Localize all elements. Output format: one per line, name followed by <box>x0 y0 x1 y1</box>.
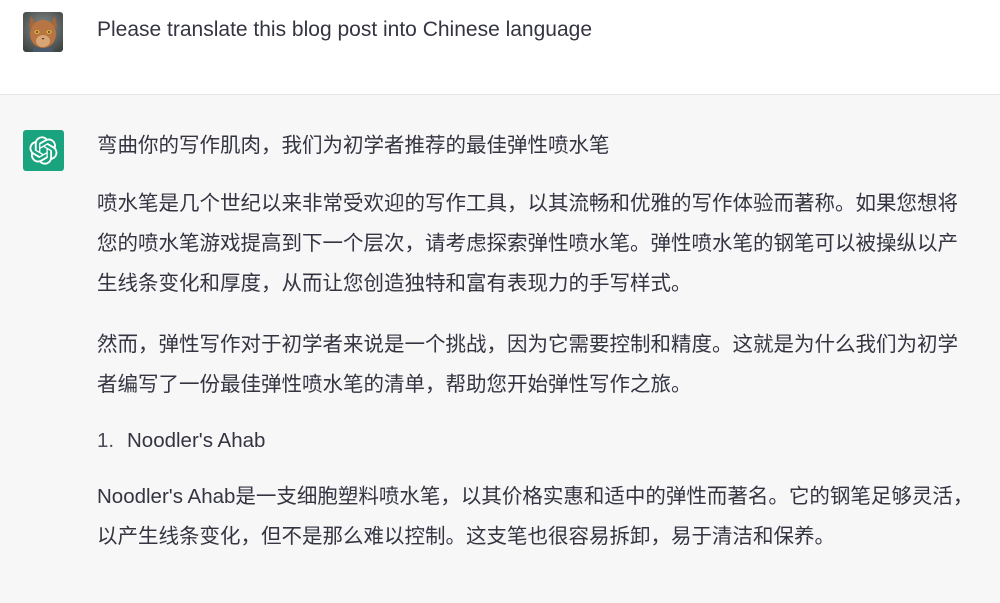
paragraph-1: 喷水笔是几个世纪以来非常受欢迎的写作工具，以其流畅和优雅的写作体验而著称。如果您… <box>97 192 958 295</box>
user-message-row: Please translate this blog post into Chi… <box>0 0 1000 95</box>
user-message-text: Please translate this blog post into Chi… <box>97 18 592 41</box>
list-item: 1. Noodler's Ahab <box>97 426 977 456</box>
list-item-number: 1. <box>97 429 115 452</box>
paragraph-3: Noodler's Ahab是一支细胞塑料喷水笔，以其价格实惠和适中的弹性而著名… <box>97 485 974 548</box>
assistant-message-row: 弯曲你的写作肌肉，我们为初学者推荐的最佳弹性喷水笔 喷水笔是几个世纪以来非常受欢… <box>0 95 1000 603</box>
paragraph-2: 然而，弹性写作对于初学者来说是一个挑战，因为它需要控制和精度。这就是为什么我们为… <box>97 333 958 396</box>
list-item-text: Noodler's Ahab <box>127 429 266 452</box>
post-title: 弯曲你的写作肌肉，我们为初学者推荐的最佳弹性喷水笔 <box>97 134 610 157</box>
cat-avatar-icon <box>23 12 63 52</box>
user-avatar <box>23 12 63 52</box>
numbered-list: 1. Noodler's Ahab <box>97 426 977 456</box>
openai-logo-icon <box>29 136 58 165</box>
assistant-message-content: 弯曲你的写作肌肉，我们为初学者推荐的最佳弹性喷水笔 喷水笔是几个世纪以来非常受欢… <box>97 131 977 578</box>
assistant-avatar <box>23 130 64 171</box>
